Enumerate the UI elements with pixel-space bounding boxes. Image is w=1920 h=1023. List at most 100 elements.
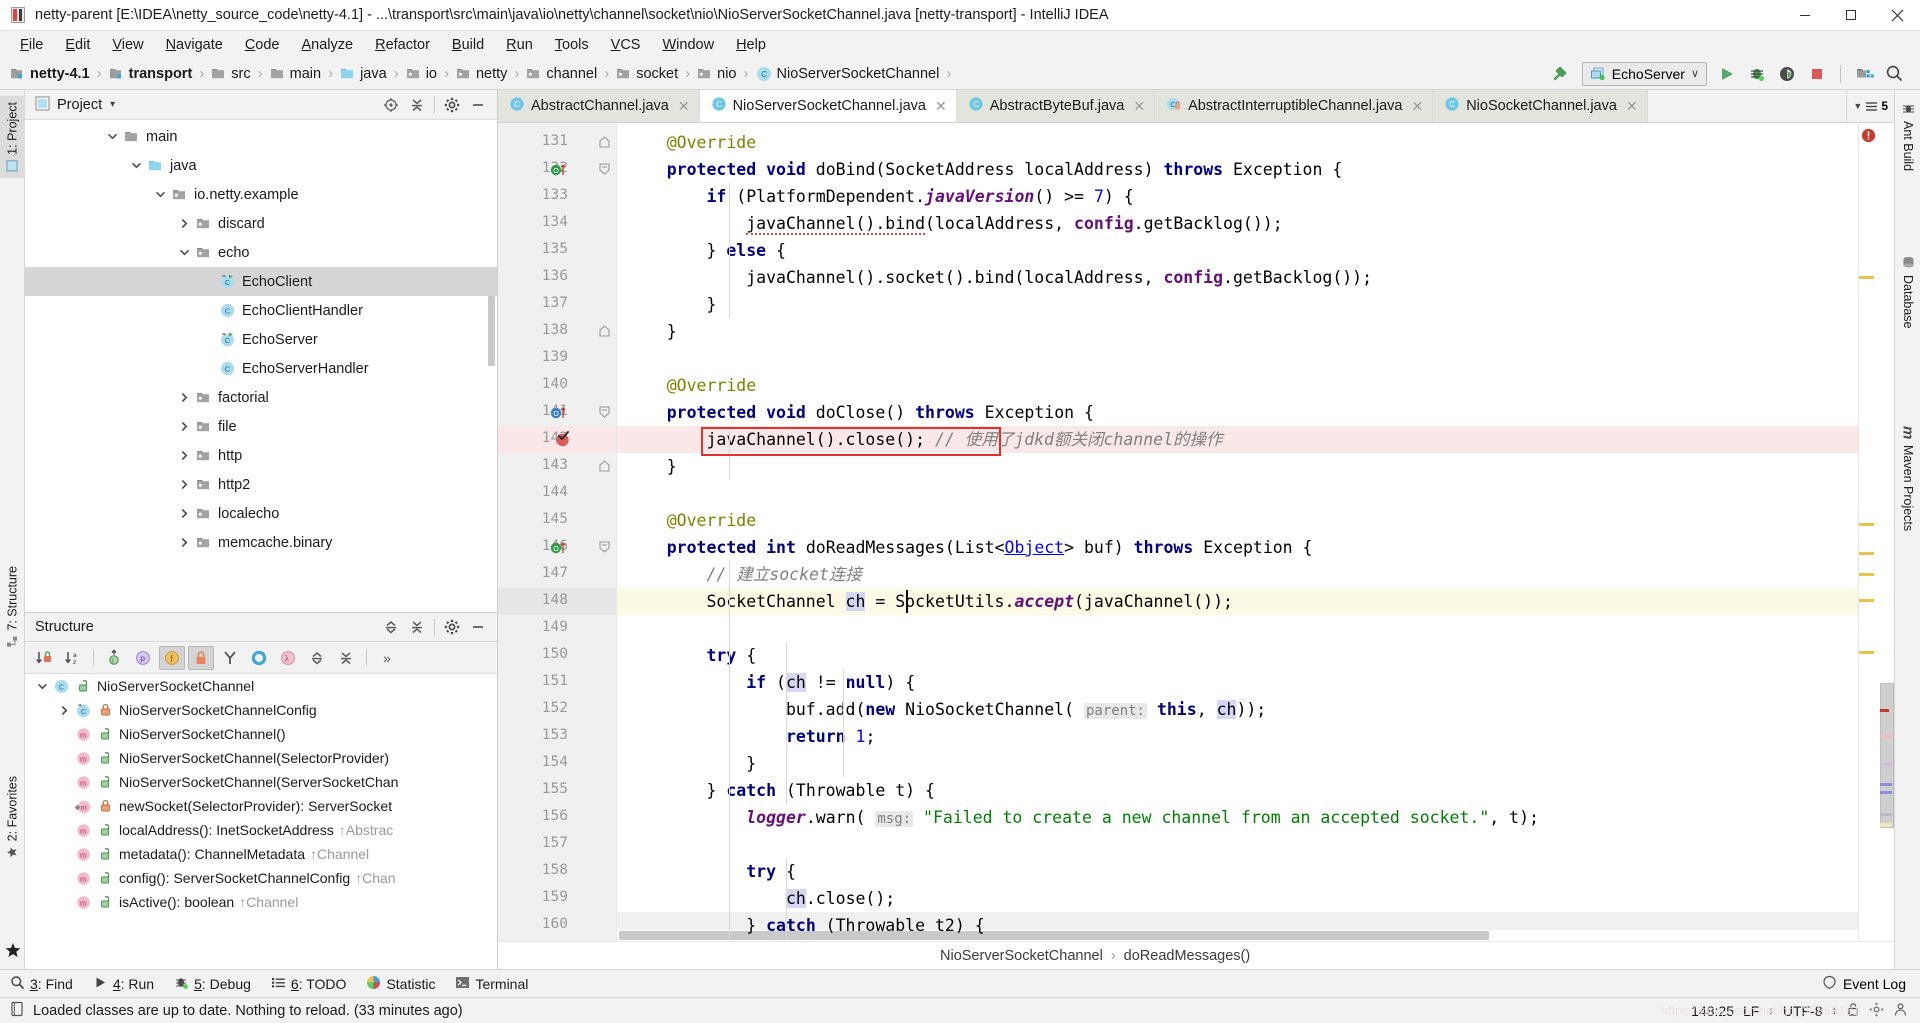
- menu-item-vcs[interactable]: VCS: [600, 35, 652, 55]
- code-fold-start-icon[interactable]: [598, 162, 611, 179]
- chevron-down-icon[interactable]: ▼: [1853, 101, 1862, 111]
- menu-item-analyze[interactable]: Analyze: [291, 35, 365, 55]
- twisty-collapsed-icon[interactable]: [175, 505, 193, 523]
- project-tree-item[interactable]: java: [25, 151, 497, 180]
- code-line[interactable]: buf.add(new NioSocketChannel( parent: th…: [627, 696, 1266, 725]
- code-area[interactable]: @Override protected void doBind(SocketAd…: [617, 123, 1858, 941]
- line-separator-chevron-icon[interactable]: ↕: [1768, 1005, 1774, 1017]
- twisty-collapsed-icon[interactable]: [175, 215, 193, 233]
- bottom-tab-terminal[interactable]: Terminal: [455, 975, 528, 993]
- code-line[interactable]: }: [627, 453, 677, 480]
- project-tree[interactable]: main java io.netty.example discard echo C Echo…: [25, 120, 497, 612]
- editor-tabs-overflow[interactable]: ▼ 5: [1846, 90, 1894, 122]
- twisty-expanded-icon[interactable]: [33, 677, 51, 695]
- group-by-icon[interactable]: [246, 646, 272, 670]
- warning-stripe[interactable]: [1859, 573, 1874, 576]
- menu-item-file[interactable]: File: [9, 35, 54, 55]
- code-line[interactable]: @Override: [627, 507, 756, 534]
- structure-tree-item[interactable]: m newSocket(SelectorProvider): ServerSock…: [25, 794, 497, 818]
- sidebar-item-maven-projects[interactable]: m Maven Projects: [1895, 420, 1920, 538]
- code-line[interactable]: } else {: [627, 237, 786, 264]
- chevron-down-icon[interactable]: ▾: [110, 99, 115, 110]
- encoding[interactable]: UTF-8: [1783, 1003, 1823, 1019]
- implementing-method-icon[interactable]: O: [550, 404, 572, 425]
- editor-tab-nioserversocketchannel-java[interactable]: C NioServerSocketChannel.java ✕: [699, 90, 957, 122]
- code-line[interactable]: } catch (Throwable t) {: [627, 777, 935, 804]
- code-line[interactable]: protected void doBind(SocketAddress loca…: [627, 156, 1343, 183]
- minimize-button[interactable]: [1782, 0, 1828, 31]
- line-separator[interactable]: LF: [1743, 1003, 1759, 1019]
- menu-item-build[interactable]: Build: [441, 35, 495, 55]
- project-tree-item[interactable]: file: [25, 412, 497, 441]
- code-line[interactable]: return 1;: [627, 723, 875, 750]
- project-tree-item[interactable]: discard: [25, 209, 497, 238]
- editor-tab-abstractinterruptiblechannel-java[interactable]: C AbstractInterruptibleChannel.java ✕: [1155, 90, 1434, 122]
- code-line[interactable]: @Override: [627, 129, 756, 156]
- code-line[interactable]: try {: [627, 642, 756, 669]
- expand-all-icon[interactable]: [378, 615, 404, 639]
- code-line[interactable]: [627, 480, 637, 507]
- breakpoint-icon[interactable]: [554, 430, 573, 452]
- code-fold-end-icon[interactable]: [598, 459, 611, 476]
- sidebar-item-favorites[interactable]: 2: Favorites: [0, 770, 25, 864]
- project-tree-item[interactable]: http: [25, 441, 497, 470]
- run-icon[interactable]: [1713, 61, 1741, 87]
- structure-tree-item[interactable]: m localAddress(): InetSocketAddress ↑Abstr…: [25, 818, 497, 842]
- code-line[interactable]: if (PlatformDependent.javaVersion() >= 7…: [627, 183, 1133, 210]
- code-line[interactable]: if (ch != null) {: [627, 669, 915, 696]
- editor-tab-abstractbytebuf-java[interactable]: C AbstractByteBuf.java ✕: [956, 90, 1156, 122]
- structure-tree-item[interactable]: m isActive(): boolean ↑Channel: [25, 890, 497, 914]
- close-button[interactable]: [1874, 0, 1920, 31]
- breadcrumb-socket[interactable]: socket: [616, 66, 680, 82]
- menu-item-window[interactable]: Window: [651, 35, 725, 55]
- project-tree-item[interactable]: localecho: [25, 499, 497, 528]
- project-tree-item[interactable]: memcache.binary: [25, 528, 497, 557]
- project-tree-item[interactable]: http2: [25, 470, 497, 499]
- unlocked-icon[interactable]: [1846, 1002, 1860, 1020]
- code-line[interactable]: ch.close();: [627, 885, 895, 912]
- editor-gutter[interactable]: 131132O133134135136137138139140141O14214…: [498, 123, 617, 941]
- code-line[interactable]: } catch (Throwable t2) {: [627, 912, 984, 939]
- code-line[interactable]: // 建立socket连接: [627, 561, 861, 588]
- project-tree-item[interactable]: factorial: [25, 383, 497, 412]
- project-tree-item[interactable]: echo: [25, 238, 497, 267]
- bottom-tab-4--run[interactable]: 4: Run: [93, 975, 154, 993]
- twisty-collapsed-icon[interactable]: [175, 418, 193, 436]
- close-icon[interactable]: ✕: [935, 98, 947, 115]
- search-everywhere-icon[interactable]: [1880, 61, 1908, 87]
- caret-position[interactable]: 148:25: [1691, 1003, 1734, 1019]
- structure-tree-item[interactable]: m metadata(): ChannelMetadata ↑Channel: [25, 842, 497, 866]
- code-line[interactable]: logger.warn( msg: "Failed to create a ne…: [627, 804, 1539, 833]
- structure-tree[interactable]: C NioServerSocketChannel C NioServerSocketC…: [25, 674, 497, 969]
- breadcrumb-main[interactable]: main: [270, 66, 323, 82]
- twisty-expanded-icon[interactable]: [151, 186, 169, 204]
- menu-item-refactor[interactable]: Refactor: [364, 35, 441, 55]
- project-tree-item[interactable]: main: [25, 122, 497, 151]
- project-tree-scrollbar[interactable]: [488, 296, 495, 366]
- show-non-public-icon[interactable]: [188, 645, 214, 670]
- breadcrumb-item-class[interactable]: NioServerSocketChannel: [940, 948, 1103, 964]
- bottom-tab-statistic[interactable]: Statistic: [366, 975, 435, 993]
- show-properties-icon[interactable]: p: [130, 646, 156, 670]
- locate-icon[interactable]: [378, 93, 404, 117]
- twisty-collapsed-icon[interactable]: [175, 476, 193, 494]
- structure-tree-item[interactable]: m NioServerSocketChannel(ServerSocketChan: [25, 770, 497, 794]
- menu-item-edit[interactable]: Edit: [54, 35, 101, 55]
- run-with-coverage-icon[interactable]: [1773, 61, 1801, 87]
- twisty-collapsed-icon[interactable]: [175, 389, 193, 407]
- sort-by-visibility-icon[interactable]: [31, 646, 57, 670]
- twisty-expanded-icon[interactable]: [103, 128, 121, 146]
- warning-stripe[interactable]: [1859, 651, 1874, 654]
- debug-icon[interactable]: [1743, 61, 1771, 87]
- project-structure-icon[interactable]: [1850, 61, 1878, 87]
- sidebar-item-database[interactable]: Database: [1895, 250, 1920, 335]
- implementing-method-icon[interactable]: O: [550, 161, 572, 182]
- error-stripe-marker[interactable]: [1858, 123, 1880, 941]
- warning-stripe[interactable]: [1859, 552, 1874, 555]
- code-line[interactable]: }: [627, 750, 756, 777]
- implementing-method-icon[interactable]: O: [550, 539, 572, 560]
- code-line[interactable]: [627, 345, 637, 372]
- structure-tree-item[interactable]: m NioServerSocketChannel(): [25, 722, 497, 746]
- code-fold-start-icon[interactable]: [598, 540, 611, 557]
- collapse-all-icon[interactable]: [404, 93, 430, 117]
